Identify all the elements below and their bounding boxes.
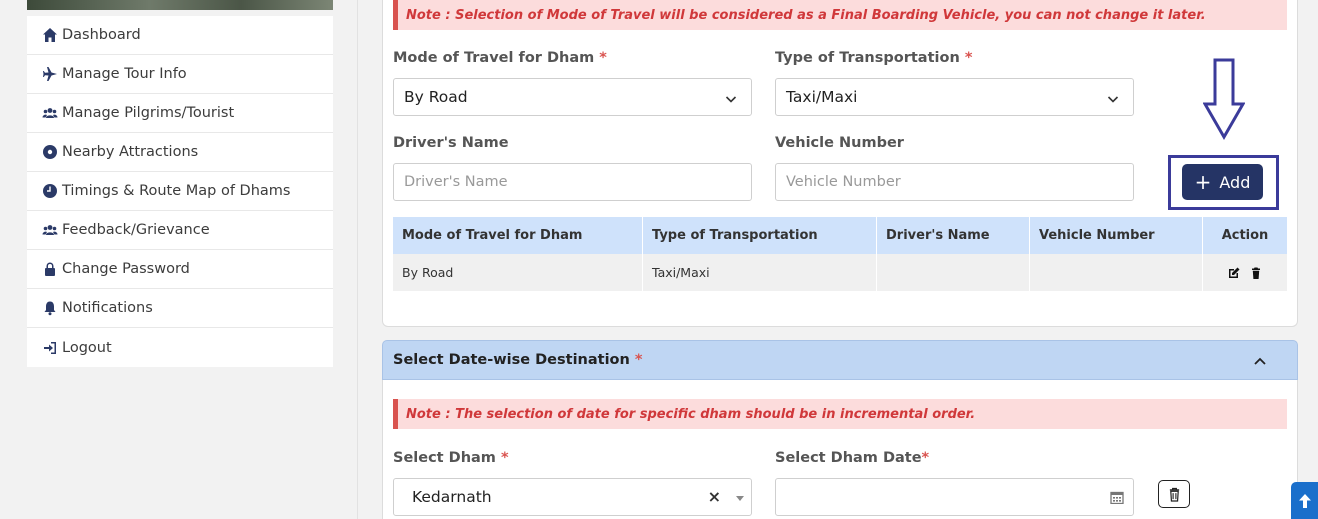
column-header-type: Type of Transportation bbox=[643, 217, 877, 254]
plane-icon bbox=[41, 65, 59, 83]
chevron-down-icon bbox=[725, 91, 737, 103]
table-row: By Road Taxi/Maxi bbox=[393, 254, 1287, 291]
column-header-driver: Driver's Name bbox=[877, 217, 1030, 254]
vehicle-number-label: Vehicle Number bbox=[775, 135, 904, 151]
sidebar-item-label: Logout bbox=[62, 339, 112, 356]
lock-icon bbox=[41, 260, 59, 278]
cell-mode: By Road bbox=[393, 254, 643, 291]
calendar-icon[interactable] bbox=[1110, 490, 1124, 504]
select-dham-dropdown[interactable]: Kedarnath × bbox=[393, 478, 752, 516]
plus-icon: + bbox=[1194, 170, 1212, 194]
drivers-name-label: Driver's Name bbox=[393, 135, 509, 151]
sidebar-item-feedback-grievance[interactable]: Feedback/Grievance bbox=[27, 211, 333, 250]
add-button-label: Add bbox=[1219, 172, 1251, 192]
sidebar-item-logout[interactable]: Logout bbox=[27, 328, 333, 367]
select-dham-date-input[interactable] bbox=[775, 478, 1134, 516]
sidebar-item-label: Change Password bbox=[62, 261, 190, 277]
logout-icon bbox=[41, 339, 59, 357]
sidebar-menu: Dashboard Manage Tour Info Manage Pilgri… bbox=[27, 16, 333, 367]
select-dham-value: Kedarnath bbox=[412, 488, 492, 506]
home-icon bbox=[41, 26, 59, 44]
compass-icon bbox=[41, 143, 59, 161]
type-of-transportation-value: Taxi/Maxi bbox=[786, 88, 858, 106]
sidebar-item-manage-tour-info[interactable]: Manage Tour Info bbox=[27, 55, 333, 94]
cell-type: Taxi/Maxi bbox=[643, 254, 877, 291]
sidebar-item-label: Notifications bbox=[62, 300, 153, 316]
mode-of-travel-select[interactable]: By Road bbox=[393, 78, 752, 116]
drivers-name-input[interactable]: Driver's Name bbox=[393, 163, 752, 201]
section-title: Select Date-wise Destination bbox=[393, 352, 630, 368]
cell-action bbox=[1203, 254, 1287, 291]
sidebar-item-dashboard[interactable]: Dashboard bbox=[27, 16, 333, 55]
sidebar-item-label: Manage Tour Info bbox=[62, 66, 187, 82]
arrow-up-icon bbox=[1298, 493, 1311, 508]
select-dham-date-label: Select Dham Date* bbox=[775, 450, 930, 466]
select-dham-label: Select Dham * bbox=[393, 450, 509, 466]
date-order-note: Note : The selection of date for specifi… bbox=[393, 399, 1287, 429]
sidebar-item-manage-pilgrims[interactable]: Manage Pilgrims/Tourist bbox=[27, 94, 333, 133]
users-icon bbox=[41, 104, 59, 122]
trash-icon bbox=[1169, 487, 1179, 502]
sidebar-item-notifications[interactable]: Notifications bbox=[27, 289, 333, 328]
sidebar-item-label: Feedback/Grievance bbox=[62, 222, 210, 238]
users-icon bbox=[41, 221, 59, 239]
sidebar-item-nearby-attractions[interactable]: Nearby Attractions bbox=[27, 133, 333, 172]
sidebar-banner-image bbox=[27, 0, 333, 10]
sidebar-item-label: Timings & Route Map of Dhams bbox=[62, 183, 291, 199]
column-header-action: Action bbox=[1221, 228, 1269, 243]
sidebar-item-label: Dashboard bbox=[62, 27, 141, 43]
scroll-to-top-button[interactable] bbox=[1291, 482, 1318, 519]
down-arrow-annotation-icon bbox=[1203, 58, 1245, 140]
cell-driver bbox=[877, 254, 1030, 291]
chevron-down-icon bbox=[1107, 91, 1119, 103]
mode-of-travel-value: By Road bbox=[404, 88, 468, 106]
type-of-transportation-label: Type of Transportation * bbox=[775, 50, 973, 66]
vehicle-number-input[interactable]: Vehicle Number bbox=[775, 163, 1134, 201]
date-wise-destination-header[interactable]: Select Date-wise Destination * bbox=[382, 340, 1298, 380]
sidebar-item-timings-route-map[interactable]: Timings & Route Map of Dhams bbox=[27, 172, 333, 211]
delete-icon[interactable] bbox=[1249, 266, 1263, 280]
sidebar: Dashboard Manage Tour Info Manage Pilgri… bbox=[0, 0, 358, 519]
sidebar-item-label: Manage Pilgrims/Tourist bbox=[62, 105, 235, 121]
delete-dham-button[interactable] bbox=[1158, 480, 1190, 508]
add-vehicle-button[interactable]: + Add bbox=[1182, 164, 1263, 200]
chevron-up-icon[interactable] bbox=[1253, 355, 1267, 367]
caret-down-icon[interactable] bbox=[736, 496, 744, 501]
sidebar-item-label: Nearby Attractions bbox=[62, 144, 199, 160]
cell-vehicle bbox=[1030, 254, 1203, 291]
column-header-vehicle: Vehicle Number bbox=[1030, 217, 1203, 254]
column-header-mode: Mode of Travel for Dham bbox=[393, 217, 643, 254]
edit-icon[interactable] bbox=[1227, 266, 1241, 280]
mode-of-travel-label: Mode of Travel for Dham * bbox=[393, 50, 607, 66]
vehicles-table-header: Mode of Travel for Dham Type of Transpor… bbox=[393, 217, 1287, 254]
bell-icon bbox=[41, 299, 59, 317]
type-of-transportation-select[interactable]: Taxi/Maxi bbox=[775, 78, 1134, 116]
sidebar-item-change-password[interactable]: Change Password bbox=[27, 250, 333, 289]
travel-mode-note: Note : Selection of Mode of Travel will … bbox=[393, 0, 1287, 30]
clock-icon bbox=[41, 182, 59, 200]
clear-selection-icon[interactable]: × bbox=[708, 487, 721, 506]
